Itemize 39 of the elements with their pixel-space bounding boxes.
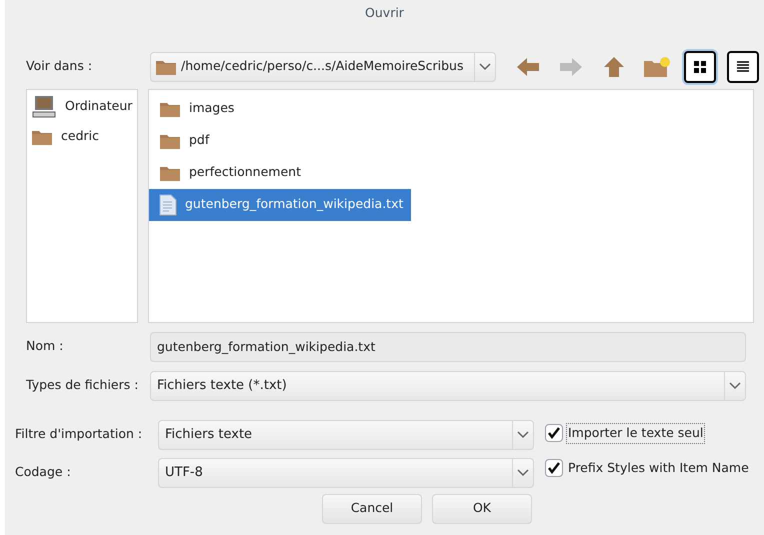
option-checkbox[interactable]: Importer le texte seul bbox=[545, 424, 750, 443]
dialog-button[interactable]: OK bbox=[432, 494, 532, 524]
chevron-down-icon bbox=[517, 430, 529, 439]
file-types-combo[interactable]: Fichiers texte (*.txt) bbox=[150, 370, 746, 401]
import-filter-combo[interactable]: Fichiers texte bbox=[158, 420, 534, 450]
checkbox[interactable] bbox=[545, 424, 563, 442]
encoding-label: Codage : bbox=[15, 463, 72, 482]
file-item[interactable]: images bbox=[149, 92, 242, 125]
text-file-icon bbox=[159, 194, 177, 216]
chevron-down-icon bbox=[729, 382, 741, 390]
place-item[interactable]: Ordinateur bbox=[31, 94, 133, 120]
import-filter-label: Filtre d'importation : bbox=[15, 425, 144, 444]
name-field[interactable]: gutenberg_formation_wikipedia.txt bbox=[150, 332, 746, 362]
window-title: Ouvrir bbox=[365, 4, 404, 22]
name-label: Nom : bbox=[26, 337, 64, 356]
file-item[interactable]: pdf bbox=[149, 124, 218, 157]
file-item[interactable]: perfectionnement bbox=[149, 156, 309, 189]
new-folder-icon bbox=[643, 56, 671, 78]
place-item[interactable]: cedric bbox=[31, 124, 133, 150]
file-item[interactable]: gutenberg_formation_wikipedia.txt bbox=[149, 188, 412, 221]
option-label: Importer le texte seul bbox=[567, 424, 704, 443]
grid-view-icon bbox=[692, 58, 708, 75]
encoding-combo[interactable]: UTF-8 bbox=[158, 458, 534, 488]
arrow-up-icon bbox=[603, 56, 625, 78]
arrow-left-icon bbox=[516, 56, 540, 77]
file-types-label: Types de fichiers : bbox=[26, 376, 140, 394]
dialog-button[interactable]: Cancel bbox=[322, 494, 422, 524]
checkbox[interactable] bbox=[545, 459, 563, 478]
chevron-down-icon bbox=[517, 468, 529, 477]
location-label: Voir dans : bbox=[26, 57, 94, 76]
list-button[interactable] bbox=[727, 50, 759, 83]
computer-icon bbox=[31, 94, 57, 119]
location-combo[interactable]: /home/cedric/perso/c...s/AideMemoireScribus bbox=[150, 52, 496, 82]
list-view-icon bbox=[735, 58, 751, 75]
arrow-right-icon bbox=[559, 56, 583, 77]
check-icon bbox=[547, 461, 561, 476]
check-icon bbox=[547, 426, 561, 440]
icons-button[interactable] bbox=[684, 50, 716, 83]
chevron-down-icon bbox=[479, 62, 491, 71]
